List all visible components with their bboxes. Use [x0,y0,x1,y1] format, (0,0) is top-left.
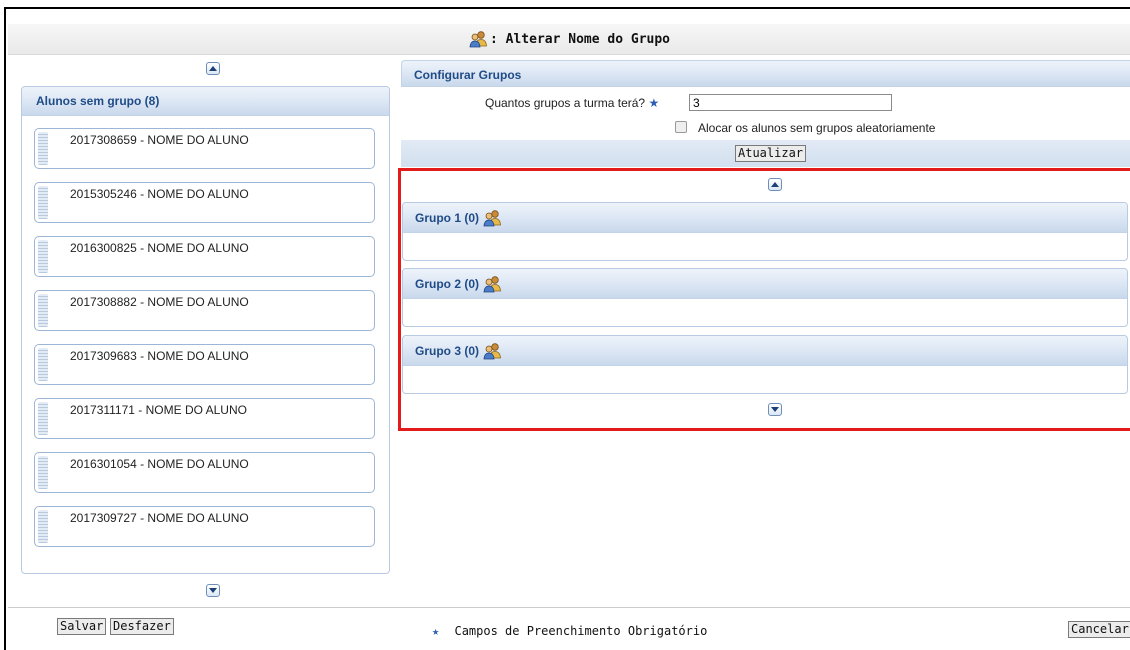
chevron-down-icon [209,588,217,593]
left-scroll-down-button[interactable] [206,584,220,597]
configure-groups-header: Configurar Grupos [401,60,1130,87]
student-card[interactable]: 2017309683 - NOME DO ALUNO [34,344,375,385]
group-label: Grupo 2 (0) [415,276,480,291]
drag-handle-icon[interactable] [38,402,48,435]
random-allocation-checkbox[interactable] [675,121,687,133]
group-label: Grupo 3 (0) [415,343,480,358]
drag-handle-icon[interactable] [38,348,48,381]
chevron-up-icon [209,66,217,71]
group-count-label: Quantos grupos a turma terá? ★ [485,96,659,110]
student-name: 2016301054 - NOME DO ALUNO [70,457,249,471]
group-users-icon [468,30,488,48]
student-card[interactable]: 2017308882 - NOME DO ALUNO [34,290,375,331]
group-panel-2[interactable]: Grupo 2 (0) [402,268,1128,327]
save-button[interactable]: Salvar [57,618,107,635]
chevron-down-icon [771,407,779,412]
required-fields-note: ★ Campos de Preenchimento Obrigatório [432,624,707,638]
groups-scroll-up-button[interactable] [768,178,782,191]
required-star-icon: ★ [648,96,660,110]
group-count-label-text: Quantos grupos a turma terá? [485,96,646,110]
drag-handle-icon[interactable] [38,132,48,165]
student-card[interactable]: 2016301054 - NOME DO ALUNO [34,452,375,493]
student-card[interactable]: 2016300825 - NOME DO ALUNO [34,236,375,277]
group-panel-1[interactable]: Grupo 1 (0) [402,202,1128,261]
drag-handle-icon[interactable] [38,240,48,273]
group-users-icon[interactable] [482,275,502,293]
page-title: : Alterar Nome do Grupo [489,31,670,47]
group-header: Grupo 2 (0) [403,269,1127,299]
group-label: Grupo 1 (0) [415,210,480,225]
group-count-input[interactable] [689,94,892,111]
footer-divider [8,607,1130,608]
update-button[interactable]: Atualizar [735,145,807,162]
left-scroll-up-button[interactable] [206,62,220,75]
random-allocation-label: Alocar os alunos sem grupos aleatoriamen… [698,121,936,135]
student-name: 2017308659 - NOME DO ALUNO [70,133,249,147]
group-header: Grupo 1 (0) [403,203,1127,233]
chevron-up-icon [771,182,779,187]
group-users-icon[interactable] [482,209,502,227]
page-title-bar: : Alterar Nome do Grupo [8,24,1130,55]
student-name: 2017309727 - NOME DO ALUNO [70,511,249,525]
student-name: 2017311171 - NOME DO ALUNO [70,403,247,417]
group-users-icon[interactable] [482,342,502,360]
drag-handle-icon[interactable] [38,510,48,543]
students-panel-header: Alunos sem grupo (8) [22,87,389,116]
student-name: 2015305246 - NOME DO ALUNO [70,187,249,201]
drag-handle-icon[interactable] [38,294,48,327]
student-card[interactable]: 2017311171 - NOME DO ALUNO [34,398,375,439]
student-card[interactable]: 2015305246 - NOME DO ALUNO [34,182,375,223]
student-name: 2017309683 - NOME DO ALUNO [70,349,249,363]
group-panel-3[interactable]: Grupo 3 (0) [402,335,1128,394]
drag-handle-icon[interactable] [38,456,48,489]
required-star-icon: ★ [432,624,440,638]
required-note-text: Campos de Preenchimento Obrigatório [454,624,708,638]
student-name: 2017308882 - NOME DO ALUNO [70,295,249,309]
student-name: 2016300825 - NOME DO ALUNO [70,241,249,255]
student-card[interactable]: 2017308659 - NOME DO ALUNO [34,128,375,169]
groups-scroll-down-button[interactable] [768,403,782,416]
undo-button[interactable]: Desfazer [110,618,174,635]
student-card[interactable]: 2017309727 - NOME DO ALUNO [34,506,375,547]
cancel-button[interactable]: Cancelar [1068,621,1130,638]
group-header: Grupo 3 (0) [403,336,1127,366]
drag-handle-icon[interactable] [38,186,48,219]
